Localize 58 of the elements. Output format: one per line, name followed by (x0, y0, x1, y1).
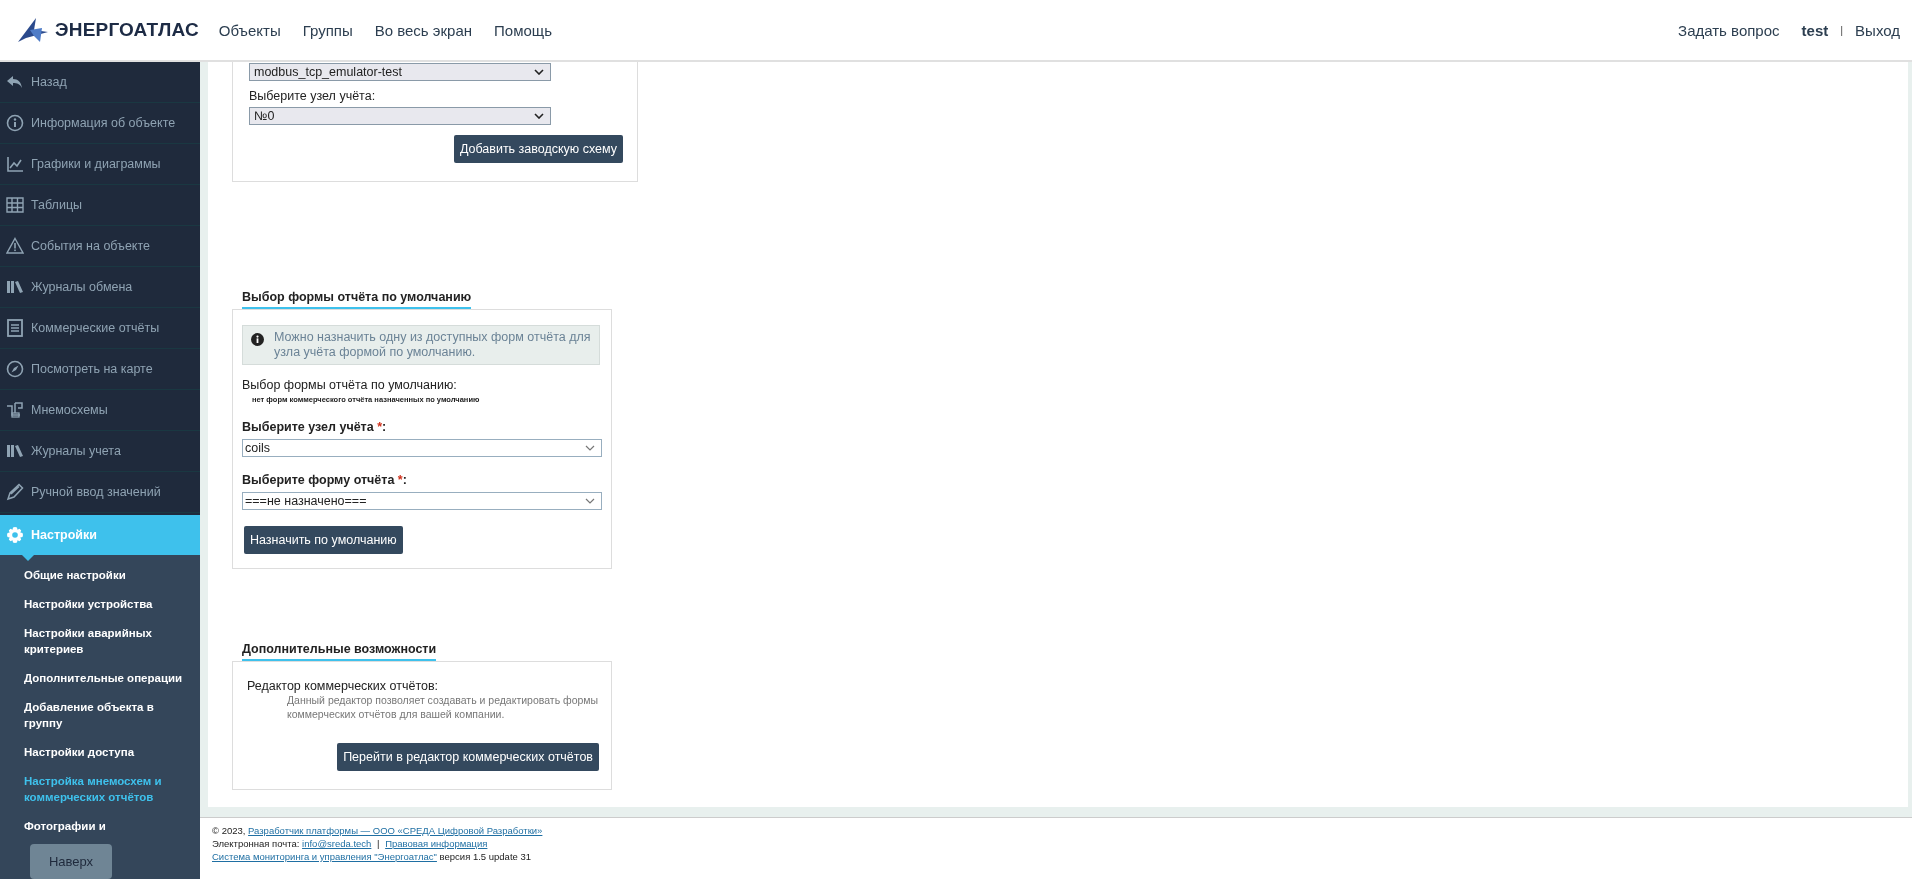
email-link[interactable]: info@sreda.tech (302, 838, 372, 849)
nav-link[interactable]: Во весь экран (374, 21, 472, 39)
table-icon (6, 196, 24, 214)
add-scheme-button[interactable]: Добавить заводскую схему (453, 135, 623, 163)
info-text: Можно назначить одну из доступных форм отчёта для узла учёта формой по умолчанию. (274, 330, 591, 360)
nav-link[interactable]: Группы (302, 21, 353, 39)
chevron-down-icon (585, 498, 595, 504)
set-default-button[interactable]: Назначить по умолчанию (244, 526, 403, 554)
info-icon (251, 333, 264, 346)
pen-icon (6, 483, 24, 501)
warn-icon (6, 237, 24, 255)
submenu-item[interactable]: Настройка мнемосхем и коммерческих отчётов (24, 773, 190, 805)
compass-icon (6, 360, 24, 378)
gear-icon (6, 526, 24, 544)
submenu-item[interactable]: Настройки аварийных критериев (24, 625, 190, 657)
submenu-item[interactable]: Настройки устройства (24, 596, 190, 612)
info-icon (6, 114, 24, 132)
logout-link[interactable]: Выход (1855, 21, 1900, 39)
chevron-down-icon (534, 113, 544, 119)
select-field[interactable]: ===не назначено=== (242, 492, 602, 510)
copyright-text: © 2023, (212, 825, 246, 836)
open-editor-button[interactable]: Перейти в редактор коммерческих отчётов (337, 743, 599, 771)
system-link[interactable]: Система мониторинга и управления "Энергоатлас" (212, 851, 437, 862)
user-name: test (1801, 21, 1829, 39)
select-field[interactable]: coils (242, 439, 602, 457)
scheme-icon (6, 401, 24, 419)
chart-icon (6, 155, 24, 173)
submenu-item[interactable]: Добавление объекта в группу (24, 699, 190, 731)
submenu-item[interactable]: Дополнительные операции (24, 670, 190, 686)
books-icon (6, 278, 24, 296)
books-icon (6, 442, 24, 460)
version-text: версия 1.5 update 31 (439, 851, 532, 862)
description-text: Данный редактор позволяет создавать и редактировать формы коммерческих отчётов для вашей компании. (287, 693, 600, 721)
ask-question-link[interactable]: Задать вопрос (1678, 21, 1780, 39)
select-field[interactable]: modbus_tcp_emulator-test (249, 63, 551, 81)
sidebar-item[interactable]: Таблицы (0, 185, 200, 226)
nav-link[interactable]: Помощь (494, 21, 552, 39)
select-field[interactable]: №0 (249, 107, 551, 125)
submenu-item[interactable]: Фотографии и (24, 818, 190, 834)
separator: | (377, 838, 380, 849)
submenu-item[interactable]: Настройки доступа (24, 744, 190, 760)
chevron-down-icon (534, 69, 544, 75)
field-label: Выберите узел учёта: (249, 89, 377, 103)
legal-link[interactable]: Правовая информация (385, 838, 488, 849)
field-label: Выбор формы отчёта по умолчанию: (242, 378, 458, 392)
separator: | (1840, 24, 1844, 36)
nav-link[interactable]: Объекты (218, 21, 281, 39)
logo[interactable]: ЭНЕРГОАТЛАС (16, 16, 199, 44)
developer-link[interactable]: Разработчик платформы — ООО «СРЕДА Цифровой Разработки» (248, 825, 543, 836)
scroll-top-button[interactable]: Наверх (30, 844, 112, 879)
sidebar-item[interactable]: Коммерческие отчёты (0, 308, 200, 349)
chevron-down-icon (585, 445, 595, 451)
field-label: Редактор коммерческих отчётов: (247, 679, 440, 693)
submenu-item[interactable]: Общие настройки (24, 567, 190, 583)
email-label: Электронная почта: (212, 838, 300, 849)
field-label: Выберите узел учёта *: (242, 420, 388, 434)
field-label: Выберите форму отчёта *: (242, 473, 408, 487)
doc-icon (6, 319, 24, 337)
